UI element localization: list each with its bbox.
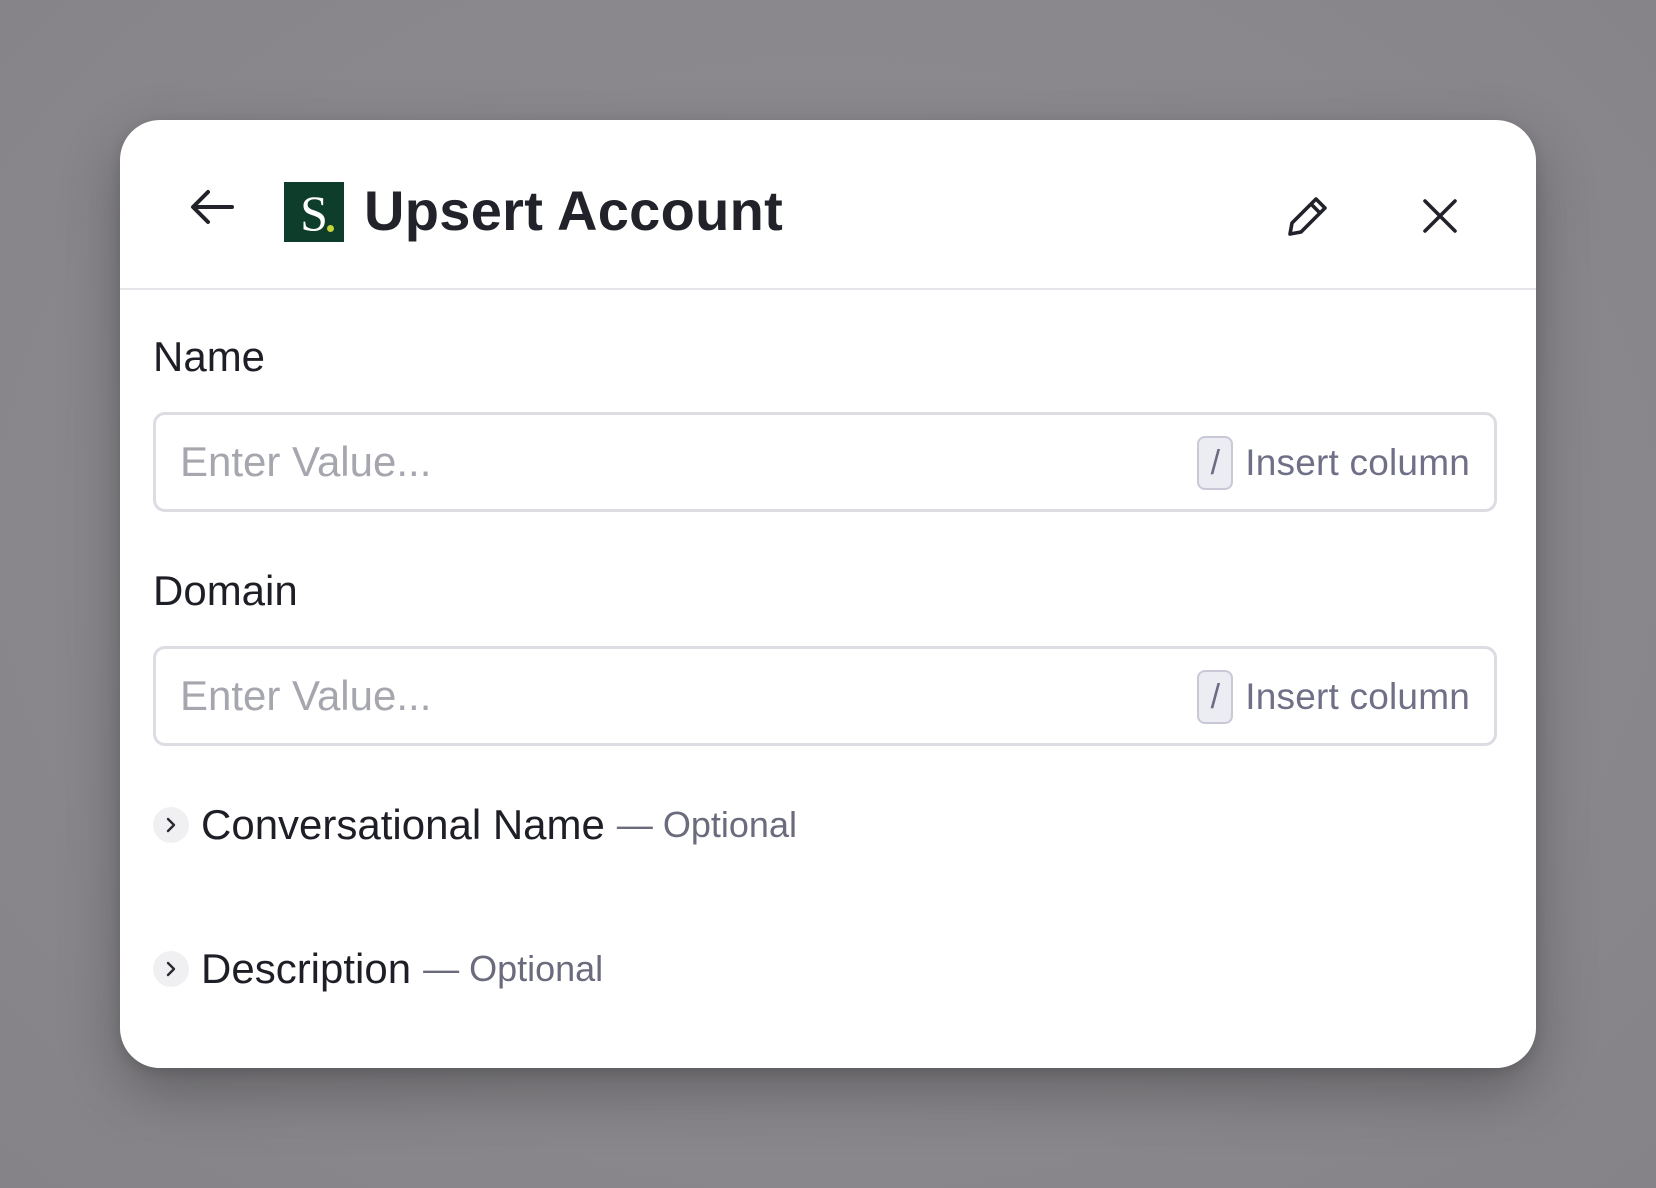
optional-suffix: — Optional bbox=[423, 948, 604, 989]
insert-column-label: Insert column bbox=[1245, 442, 1470, 483]
conversational-name-expander[interactable]: Conversational Name — Optional bbox=[153, 800, 797, 850]
optional-suffix: — Optional bbox=[616, 804, 797, 845]
slash-shortcut-key: / bbox=[1197, 436, 1234, 490]
description-title: Description bbox=[201, 945, 412, 992]
chevron-right-icon[interactable] bbox=[153, 807, 189, 843]
edit-button[interactable] bbox=[1280, 188, 1336, 244]
name-insert-column-button[interactable]: / Insert column bbox=[1197, 435, 1470, 491]
name-input[interactable]: Enter Value... / Insert column bbox=[153, 412, 1497, 512]
domain-input[interactable]: Enter Value... / Insert column bbox=[153, 646, 1497, 746]
name-field-label: Name bbox=[153, 333, 266, 380]
dialog-header: S Upsert Account bbox=[120, 120, 1536, 290]
domain-insert-column-button[interactable]: / Insert column bbox=[1197, 669, 1470, 725]
salesforce-style-app-logo: S bbox=[284, 182, 344, 242]
chevron-right-icon[interactable] bbox=[153, 951, 189, 987]
conversational-name-title: Conversational Name bbox=[201, 801, 605, 848]
logo-dot bbox=[327, 225, 334, 232]
name-input-placeholder: Enter Value... bbox=[180, 438, 432, 485]
slash-shortcut-key: / bbox=[1197, 670, 1234, 724]
insert-column-label: Insert column bbox=[1245, 676, 1470, 717]
domain-input-placeholder: Enter Value... bbox=[180, 672, 432, 719]
dialog-title: Upsert Account bbox=[364, 179, 784, 242]
pencil-icon bbox=[1288, 197, 1327, 236]
logo-letter: S bbox=[300, 185, 328, 241]
back-button[interactable] bbox=[182, 182, 242, 232]
arrow-left-icon bbox=[191, 190, 234, 224]
close-button[interactable] bbox=[1412, 188, 1468, 244]
upsert-account-dialog: S Upsert Account Name Enter Value... / I… bbox=[120, 120, 1536, 1068]
description-expander[interactable]: Description — Optional bbox=[153, 944, 603, 994]
domain-field-label: Domain bbox=[153, 567, 298, 614]
close-icon bbox=[1423, 199, 1457, 233]
